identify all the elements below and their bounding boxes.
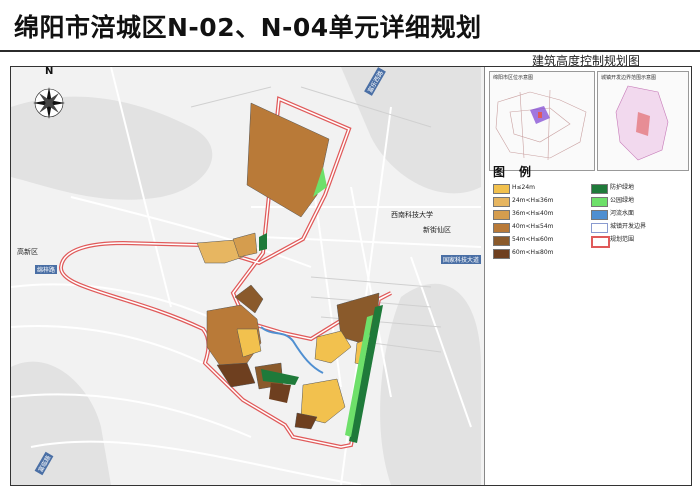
legend-swatch — [591, 223, 608, 233]
north-label: N — [45, 66, 54, 77]
legend-label: 60m<H≤80m — [512, 249, 554, 256]
legend-item: 54m<H≤60m — [493, 235, 589, 246]
legend-label: 公园绿地 — [610, 197, 635, 204]
legend-label: 36m<H≤40m — [512, 210, 554, 217]
legend-item: 规划范围 — [591, 235, 687, 248]
legend-item: 防护绿地 — [591, 183, 687, 194]
legend-item: 40m<H≤54m — [493, 222, 589, 233]
legend-label: 40m<H≤54m — [512, 223, 554, 230]
legend-title: 图例 — [493, 165, 546, 179]
legend-label: 54m<H≤60m — [512, 236, 554, 243]
legend-item: 城镇开发边界 — [591, 222, 687, 233]
legend-panel: 绵阳市区位示意图 城镇开发边界范围示意图 图例 H≤24m 24m<H≤36m 36… — [484, 67, 691, 485]
legend-swatch — [493, 249, 510, 259]
title-bar: 绵阳市涪城区N-02、N-04单元详细规划 — [0, 0, 700, 50]
place-label: 新街仙区 — [423, 226, 451, 234]
road-label: 国家科技大道 — [441, 255, 482, 264]
legend-swatch — [493, 210, 510, 220]
legend-item: 36m<H≤40m — [493, 209, 589, 220]
legend-label: 防护绿地 — [610, 184, 635, 191]
legend-label: 城镇开发边界 — [610, 223, 647, 230]
legend-label: 河流水面 — [610, 210, 635, 217]
location-inset-map[interactable]: 绵阳市区位示意图 — [489, 71, 595, 171]
legend-swatch — [591, 236, 610, 248]
boundary-inset-map[interactable]: 城镇开发边界范围示意图 — [597, 71, 689, 171]
boundary-inset-drawing — [615, 85, 669, 161]
place-label: 高新区 — [17, 248, 38, 256]
legend-swatch — [493, 184, 510, 194]
legend-item: 河流水面 — [591, 209, 687, 220]
legend-swatch — [493, 236, 510, 246]
legend-label: H≤24m — [512, 184, 536, 191]
legend-swatch — [493, 223, 510, 233]
page-title: 绵阳市涪城区N-02、N-04单元详细规划 — [14, 13, 482, 42]
road-label: 绵梓路 — [35, 265, 58, 274]
legend-label: 规划范围 — [610, 236, 635, 243]
map-frame[interactable]: N 富乐西路 绵梓路 国家科技大道 富临路 西南科技大学 新街仙区 高新区 绵阳… — [10, 66, 692, 486]
legend-item: 24m<H≤36m — [493, 196, 589, 207]
legend-item: 60m<H≤80m — [493, 248, 589, 259]
legend-swatch — [591, 184, 608, 194]
inset-title: 城镇开发边界范围示意图 — [601, 75, 657, 81]
legend-swatch — [591, 210, 608, 220]
inset-title: 绵阳市区位示意图 — [493, 75, 534, 81]
legend-label: 24m<H≤36m — [512, 197, 554, 204]
legend-swatch — [493, 197, 510, 207]
legend-item: H≤24m — [493, 183, 589, 194]
legend-swatch — [591, 197, 608, 207]
location-inset-drawing — [495, 89, 587, 161]
legend-item: 公园绿地 — [591, 196, 687, 207]
place-label: 西南科技大学 — [391, 211, 433, 219]
